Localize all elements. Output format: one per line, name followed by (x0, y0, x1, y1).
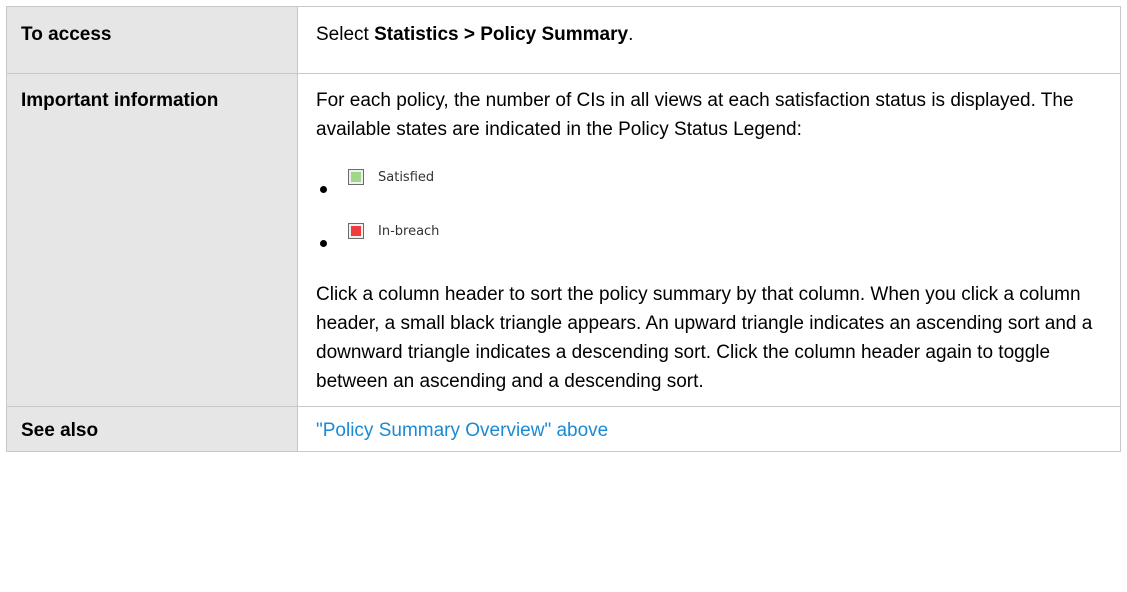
see-also-content: "Policy Summary Overview" above (297, 406, 1121, 452)
bullet-icon (320, 186, 327, 193)
status-intro-text: For each policy, the number of CIs in al… (316, 90, 1074, 140)
important-info-content: For each policy, the number of CIs in al… (297, 73, 1121, 407)
access-prefix: Select (316, 24, 375, 45)
important-info-row: Important information For each policy, t… (6, 73, 1121, 407)
see-also-row: See also "Policy Summary Overview" above (6, 406, 1121, 452)
in-breach-swatch-icon (348, 223, 364, 239)
policy-status-legend: Satisfied In-breach (316, 156, 1102, 264)
access-content: Select Statistics > Policy Summary. (297, 6, 1121, 74)
bullet-icon (320, 240, 327, 247)
legend-label-satisfied: Satisfied (378, 169, 435, 185)
info-table: To access Select Statistics > Policy Sum… (6, 6, 1121, 452)
legend-item-satisfied: Satisfied (316, 156, 1102, 210)
legend-label-in-breach: In-breach (378, 223, 440, 239)
policy-summary-overview-link[interactable]: "Policy Summary Overview" above (316, 420, 608, 441)
access-suffix: . (628, 24, 634, 45)
satisfied-swatch-icon (348, 169, 364, 185)
access-path: Statistics > Policy Summary (374, 24, 629, 45)
legend-item-in-breach: In-breach (316, 210, 1102, 264)
see-also-label: See also (6, 406, 298, 452)
access-label: To access (6, 6, 298, 74)
sorting-instructions-text: Click a column header to sort the policy… (316, 284, 1093, 392)
access-row: To access Select Statistics > Policy Sum… (6, 6, 1121, 74)
important-info-label: Important information (6, 73, 298, 407)
